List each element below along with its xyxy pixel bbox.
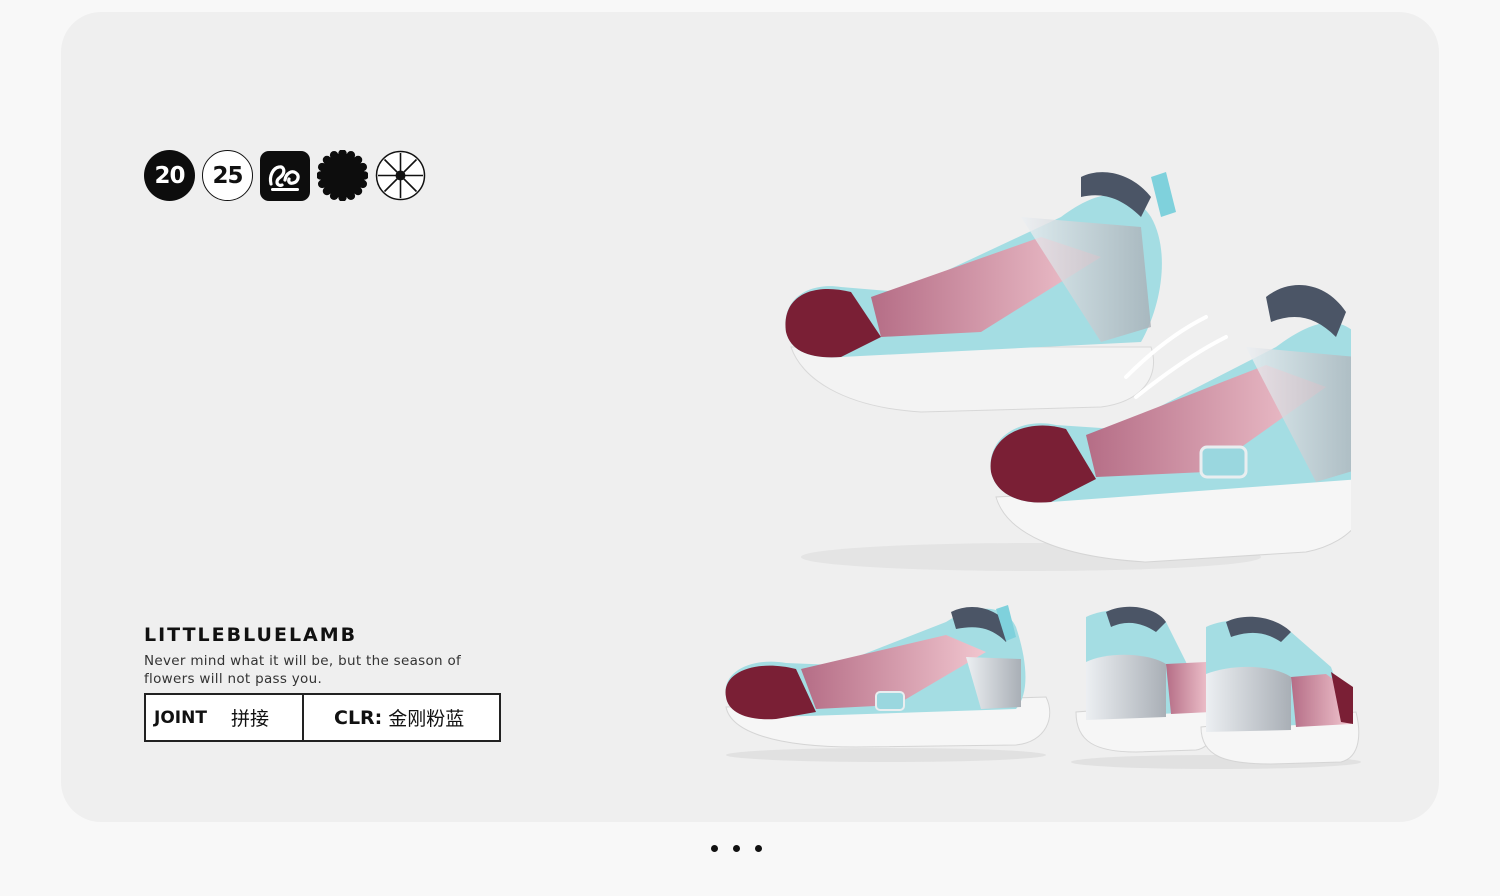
joint-cell: JOINT 拼接: [146, 695, 304, 740]
pager-dot[interactable]: [711, 845, 718, 852]
pager-dot[interactable]: [733, 845, 740, 852]
color-cell: CLR: 金刚粉蓝: [304, 695, 464, 740]
snowflake-badge-icon: [375, 150, 426, 201]
color-value: 金刚粉蓝: [388, 708, 465, 730]
carousel-pager: [711, 845, 762, 852]
badge-row: 20 25: [144, 150, 426, 201]
year-badge-20: 20: [144, 150, 195, 201]
flower-badge-icon: [317, 150, 368, 201]
shoe-side-view-image: [725, 605, 1051, 762]
lamb-logo-icon: [260, 150, 310, 201]
spec-box: JOINT 拼接 CLR: 金刚粉蓝: [144, 693, 501, 742]
shoe-back-view-image: [1071, 606, 1361, 769]
shoe-pair-image: [785, 172, 1351, 571]
joint-value: 拼接: [230, 708, 269, 730]
joint-label: JOINT: [154, 707, 207, 728]
product-card: 20 25 littlebluelamb Never mind what it …: [61, 12, 1439, 822]
color-label: CLR:: [334, 706, 383, 729]
tagline-text: Never mind what it will be, but the seas…: [144, 653, 462, 687]
year-badge-25: 25: [202, 150, 253, 201]
brand-name: LITTLEBLUELAMB: [144, 617, 358, 648]
pager-dot[interactable]: [755, 845, 762, 852]
